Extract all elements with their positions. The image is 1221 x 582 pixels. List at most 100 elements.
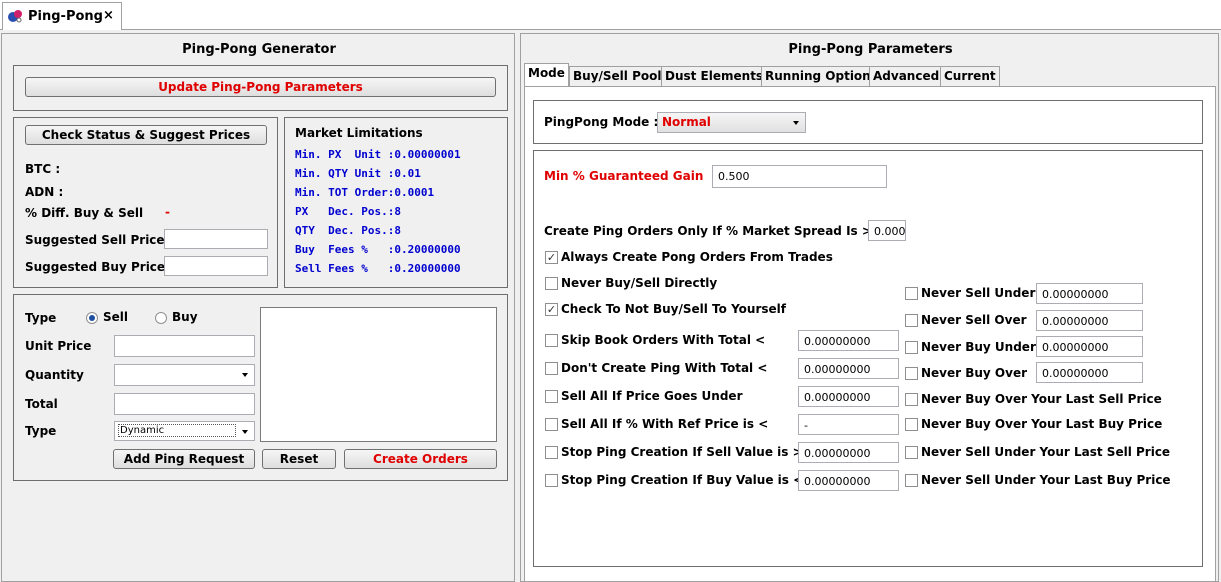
chevron-down-icon [242,373,248,377]
close-tab-icon[interactable]: × [103,8,114,23]
sell-radio-label[interactable]: Sell [103,310,128,324]
document-tab-bar [0,0,1221,30]
adn-label: ADN : [25,185,64,199]
never-buy-over-last-buy-checkbox[interactable] [905,418,918,431]
market-line: PX Dec. Pos.:8 [295,205,401,218]
tab-running-option[interactable]: Running Option [761,66,875,86]
create-orders-button[interactable]: Create Orders [344,449,497,469]
stop-ping-buy-label: Stop Ping Creation If Buy Value is < [561,473,804,487]
update-section: Update Ping-Pong Parameters [13,65,508,111]
stop-ping-sell-checkbox[interactable] [545,446,558,459]
type-label: Type [25,311,57,325]
btc-label: BTC : [25,162,61,176]
always-pong-checkbox[interactable]: ✓ [545,251,558,264]
never-sell-under-last-sell-label: Never Sell Under Your Last Sell Price [921,445,1171,459]
market-spread-field[interactable]: 0.000 [868,220,906,241]
never-buy-over-label: Never Buy Over [921,366,1028,380]
market-limitations-title: Market Limitations [295,126,423,140]
never-buy-under-field[interactable]: 0.00000000 [1036,336,1143,357]
quantity-dropdown[interactable] [114,364,255,386]
ping-requests-list[interactable] [260,307,497,442]
pingpong-mode-dropdown[interactable]: Normal [657,112,806,133]
stop-ping-sell-field[interactable]: 0.00000000 [798,442,899,463]
dont-create-ping-checkbox[interactable] [545,362,558,375]
add-ping-request-button[interactable]: Add Ping Request [113,449,255,469]
tab-mode[interactable]: Mode [524,63,569,86]
total-field[interactable] [114,393,255,415]
tab-running-option-label: Running Option [765,69,871,83]
settings-section: Min % Guaranteed Gain 0.500 Create Ping … [533,150,1203,567]
tab-buy-sell-pool-label: Buy/Sell Pool [573,69,662,83]
tab-dust-elements-label: Dust Elements [665,69,764,83]
document-tab-title: Ping-Pong [28,9,103,24]
ping-pong-app-icon [7,8,23,24]
mode-section: PingPong Mode : Normal [533,100,1203,144]
unit-price-field[interactable] [114,335,255,357]
tab-advanced-label: Advanced [873,69,940,83]
sell-all-under-checkbox[interactable] [545,390,558,403]
never-sell-over-label: Never Sell Over [921,313,1027,327]
document-tab[interactable]: Ping-Pong × [2,2,122,30]
buy-radio[interactable] [155,312,167,324]
dont-create-ping-field[interactable]: 0.00000000 [798,358,899,379]
market-spread-label: Create Ping Orders Only If % Market Spre… [544,224,872,238]
not-to-yourself-checkbox[interactable]: ✓ [545,303,558,316]
market-line: Min. PX Unit :0.00000001 [295,148,461,161]
quantity-label: Quantity [25,368,84,382]
order-type-label: Type [25,424,57,438]
tab-dust-elements[interactable]: Dust Elements [661,66,768,86]
skip-book-orders-label: Skip Book Orders With Total < [561,333,766,347]
chevron-down-icon [793,121,799,125]
order-type-dropdown[interactable]: Dynamic [114,421,255,441]
sell-all-ref-price-checkbox[interactable] [545,418,558,431]
never-buy-under-label: Never Buy Under [921,340,1036,354]
market-line: Buy Fees % :0.20000000 [295,243,461,256]
never-buy-sell-directly-checkbox[interactable] [545,277,558,290]
market-line: Min. QTY Unit :0.01 [295,167,421,180]
tab-buy-sell-pool[interactable]: Buy/Sell Pool [569,66,666,86]
skip-book-orders-field[interactable]: 0.00000000 [798,330,899,351]
never-sell-under-checkbox[interactable] [905,287,918,300]
tab-current[interactable]: Current [940,66,1000,86]
never-sell-over-checkbox[interactable] [905,314,918,327]
stop-ping-sell-label: Stop Ping Creation If Sell Value is > [561,445,803,459]
total-label: Total [25,397,58,411]
market-line: QTY Dec. Pos.:8 [295,224,401,237]
never-sell-under-last-buy-label: Never Sell Under Your Last Buy Price [921,473,1171,487]
stop-ping-buy-field[interactable]: 0.00000000 [798,470,899,491]
generator-panel: Ping-Pong Generator Update Ping-Pong Par… [1,33,515,582]
check-status-button[interactable]: Check Status & Suggest Prices [25,125,267,145]
diff-value: - [165,205,170,219]
unit-price-label: Unit Price [25,339,92,353]
never-sell-under-last-sell-checkbox[interactable] [905,446,918,459]
suggested-sell-field[interactable] [164,229,268,249]
suggested-buy-label: Suggested Buy Price [25,260,166,274]
not-to-yourself-label: Check To Not Buy/Sell To Yourself [561,302,786,316]
status-section: Check Status & Suggest Prices BTC : ADN … [13,117,278,288]
reset-button[interactable]: Reset [262,449,336,469]
chevron-down-icon [242,430,248,434]
stop-ping-buy-checkbox[interactable] [545,474,558,487]
never-buy-under-checkbox[interactable] [905,341,918,354]
sell-all-under-field[interactable]: 0.00000000 [798,386,899,407]
min-gain-field[interactable]: 0.500 [712,165,887,188]
tab-mode-label: Mode [528,66,565,80]
tab-advanced[interactable]: Advanced [869,66,944,86]
buy-radio-label[interactable]: Buy [172,310,198,324]
tab-current-label: Current [944,69,996,83]
sell-radio[interactable] [86,312,98,324]
min-gain-label: Min % Guaranteed Gain [544,169,704,183]
never-buy-over-last-sell-label: Never Buy Over Your Last Sell Price [921,392,1162,406]
generator-title: Ping-Pong Generator [182,42,336,57]
update-parameters-button[interactable]: Update Ping-Pong Parameters [25,77,496,97]
skip-book-orders-checkbox[interactable] [545,334,558,347]
never-buy-over-last-sell-checkbox[interactable] [905,393,918,406]
never-sell-over-field[interactable]: 0.00000000 [1036,310,1143,331]
never-sell-under-field[interactable]: 0.00000000 [1036,283,1143,304]
never-sell-under-last-buy-checkbox[interactable] [905,474,918,487]
sell-all-ref-price-field[interactable]: - [798,414,899,435]
suggested-buy-field[interactable] [164,256,268,276]
market-line: Min. TOT Order:0.0001 [295,186,435,199]
never-buy-over-field[interactable]: 0.00000000 [1036,362,1143,383]
never-buy-over-checkbox[interactable] [905,367,918,380]
